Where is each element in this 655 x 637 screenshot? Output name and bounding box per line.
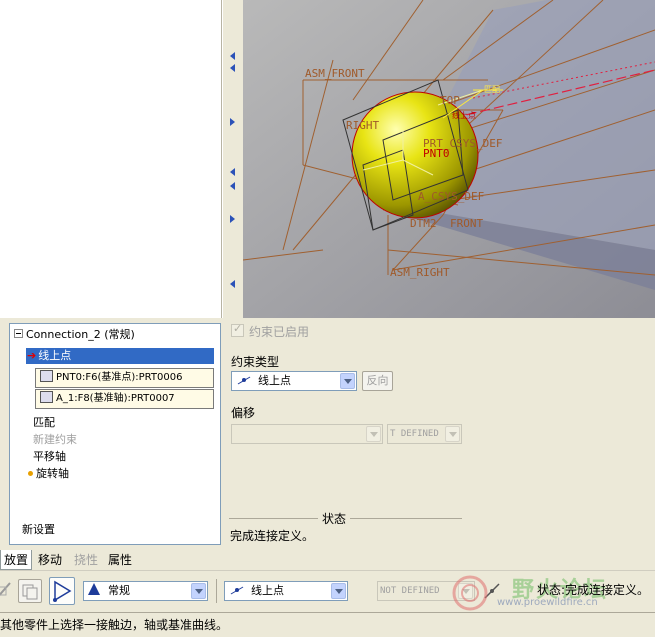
collapse-left-icon[interactable] <box>230 280 235 288</box>
toolbar-constraint-type-value: 线上点 <box>251 584 284 597</box>
chevron-down-icon[interactable] <box>191 583 206 599</box>
arrow-right-icon: ➔ <box>27 349 37 362</box>
toolbar-offset-mode-value: NOT DEFINED <box>380 586 440 596</box>
panel-splitter[interactable] <box>222 0 244 318</box>
constraint-enabled-checkbox[interactable]: ✓ <box>231 322 244 337</box>
datum-label-asm-right: ASM_RIGHT <box>390 266 450 279</box>
collapse-icon[interactable] <box>14 329 23 338</box>
tree-item-new-constraint[interactable]: 新建约束 <box>33 432 77 448</box>
constraint-enabled-label: 约束已启用 <box>249 325 310 339</box>
expand-right-icon[interactable] <box>230 215 235 223</box>
dashboard-tabs: 放置 移动 挠性 属性 <box>0 550 655 570</box>
chevron-down-icon[interactable] <box>445 426 460 442</box>
bullet-icon <box>28 471 33 476</box>
graphics-viewport[interactable]: ASM_FRONT RIGHT TOP PRT_CSYS_DEF PNT0 A_… <box>243 0 655 318</box>
prompt-message: 其他零件上选择一接触边，轴或基准曲线。 <box>0 618 229 632</box>
line-point-icon <box>229 584 245 596</box>
constraint-type-value: 线上点 <box>258 374 291 387</box>
chevron-down-icon[interactable] <box>366 426 381 442</box>
constraint-type-select[interactable]: 线上点 <box>231 371 357 391</box>
chevron-down-icon[interactable] <box>340 373 355 389</box>
copy-icon <box>22 584 38 600</box>
part-icon <box>40 391 53 403</box>
tree-item-selected-constraint[interactable]: ➔ 线上点 <box>26 348 214 364</box>
datum-label-acs-csys: A_CSYS_DEF <box>418 190 485 203</box>
tree-root[interactable]: Connection_2 (常规) <box>14 327 135 343</box>
reference-collector-point[interactable]: PNT0:F6(基准点):PRT0006 <box>35 368 214 388</box>
collapse-left-icon[interactable] <box>230 168 235 176</box>
part-icon <box>40 370 53 382</box>
datum-label-top: TOP <box>440 94 460 107</box>
datum-label-dtm2: DTM2 <box>410 217 437 230</box>
new-set-link[interactable]: 新设置 <box>22 522 55 538</box>
tree-item-rotation-axis[interactable]: 旋转轴 <box>28 466 69 482</box>
toolbar-status: 状态:完成连接定义。 <box>537 583 650 597</box>
datum-label-right: RIGHT <box>346 119 380 132</box>
selected-constraint-label: 线上点 <box>38 349 72 362</box>
constraint-type-label: 约束类型 <box>231 355 280 369</box>
tab-flexibility[interactable]: 挠性 <box>74 550 98 570</box>
dashboard-toolbar: 常规 线上点 NOT DEFINED 野火论坛 www.proewildfire… <box>0 570 655 613</box>
collapse-left-icon[interactable] <box>230 52 235 60</box>
connection-type-select[interactable]: 常规 <box>83 581 208 601</box>
offset-label: 偏移 <box>231 406 256 420</box>
status-text: 完成连接定义。 <box>230 529 315 543</box>
placement-panel: Connection_2 (常规) ➔ 线上点 PNT0:F6(基准点):PRT0… <box>0 318 472 550</box>
offset-input[interactable] <box>231 424 383 444</box>
collapse-left-icon[interactable] <box>230 64 235 72</box>
reference-label: PNT0:F6(基准点):PRT0006 <box>56 372 183 383</box>
datum-label-asm-front: ASM_FRONT <box>305 67 365 80</box>
check-icon: ✓ <box>233 322 243 335</box>
expand-right-icon[interactable] <box>230 118 235 126</box>
flip-button[interactable]: 反向 <box>362 371 393 391</box>
status-title: 状态 <box>318 510 351 527</box>
datum-label-pnt0: PNT0 <box>423 147 450 160</box>
toolbar-constraint-type-select[interactable]: 线上点 <box>224 581 348 601</box>
user-defined-icon-graphic <box>0 582 11 596</box>
offset-mode-select[interactable]: T DEFINED <box>387 424 462 444</box>
tree-item-match[interactable]: 匹配 <box>33 415 55 431</box>
copy-placement-button[interactable] <box>18 579 42 603</box>
reference-label: A_1:F8(基准轴):PRT0007 <box>56 393 175 404</box>
collapse-left-icon[interactable] <box>230 182 235 190</box>
constraint-tag-match: 匹配 <box>484 85 500 94</box>
rotation-axis-label: 旋转轴 <box>36 467 69 480</box>
reference-collector-axis[interactable]: A_1:F8(基准轴):PRT0007 <box>35 389 214 409</box>
toolbar-separator <box>216 579 217 603</box>
3d-dragger-button[interactable] <box>49 577 75 605</box>
connection-type-value: 常规 <box>108 584 130 597</box>
tab-placement[interactable]: 放置 <box>0 550 32 570</box>
model-tree-area <box>0 0 222 318</box>
tab-properties[interactable]: 属性 <box>108 550 132 570</box>
datum-label-front: FRONT <box>450 217 484 230</box>
constraint-tree[interactable]: Connection_2 (常规) ➔ 线上点 PNT0:F6(基准点):PRT0… <box>9 323 221 545</box>
offset-mode-value: T DEFINED <box>390 429 439 439</box>
message-bar: 其他零件上选择一接触边，轴或基准曲线。 <box>0 612 655 637</box>
line-point-icon <box>236 374 252 386</box>
connection-name: Connection_2 (常规) <box>26 328 135 341</box>
dragger-icon <box>53 580 72 602</box>
tab-move[interactable]: 移动 <box>38 550 62 570</box>
forum-watermark-url: www.proewildfire.cn <box>497 597 598 608</box>
tree-item-translation-axis[interactable]: 平移轴 <box>33 449 66 465</box>
chevron-down-icon[interactable] <box>331 583 346 599</box>
panel-filler <box>472 318 655 550</box>
user-defined-icon[interactable] <box>0 579 12 601</box>
constraint-tag-pnt: 线上点 <box>452 111 476 120</box>
rigid-connection-icon <box>88 583 102 597</box>
